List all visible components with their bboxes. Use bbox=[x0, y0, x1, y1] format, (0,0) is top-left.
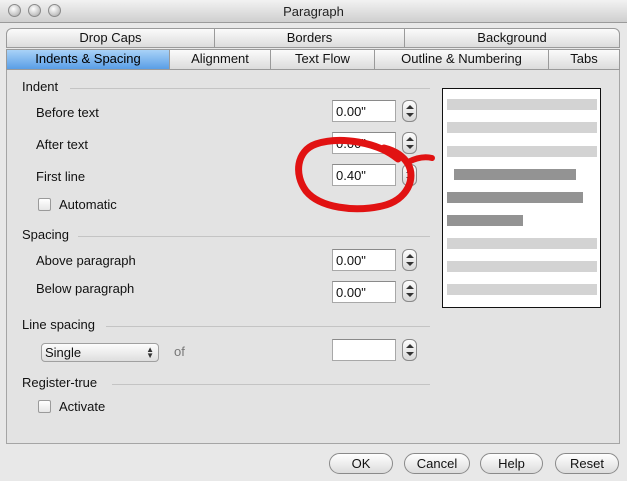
spacing-heading: Spacing bbox=[22, 227, 69, 242]
tab-indents-spacing[interactable]: Indents & Spacing bbox=[7, 50, 170, 69]
below-paragraph-field[interactable]: 0.00" bbox=[332, 281, 396, 303]
tab-tabs[interactable]: Tabs bbox=[549, 50, 619, 69]
preview-line-current bbox=[454, 169, 576, 180]
tab-borders[interactable]: Borders bbox=[215, 29, 405, 47]
preview-line bbox=[447, 122, 597, 133]
automatic-checkbox[interactable] bbox=[38, 198, 51, 211]
tab-background[interactable]: Background bbox=[405, 29, 619, 47]
above-paragraph-field[interactable]: 0.00" bbox=[332, 249, 396, 271]
line-spacing-stepper[interactable] bbox=[402, 339, 417, 361]
activate-label: Activate bbox=[59, 399, 106, 414]
tab-outline-numbering[interactable]: Outline & Numbering bbox=[375, 50, 549, 69]
stepper-up-icon[interactable] bbox=[406, 344, 414, 348]
window-title: Paragraph bbox=[283, 4, 344, 19]
preview-line bbox=[447, 284, 597, 295]
annotation-tail bbox=[405, 154, 435, 165]
ok-button[interactable]: OK bbox=[329, 453, 393, 474]
updown-arrows-icon: ▲ ▼ bbox=[146, 345, 154, 360]
preview-line bbox=[447, 261, 597, 272]
indent-divider bbox=[70, 88, 430, 89]
first-line-label: First line bbox=[36, 169, 86, 184]
line-spacing-divider bbox=[106, 326, 430, 327]
above-paragraph-stepper[interactable] bbox=[402, 249, 417, 271]
stepper-down-icon[interactable] bbox=[406, 262, 414, 266]
tab-drop-caps[interactable]: Drop Caps bbox=[7, 29, 215, 47]
tab-alignment[interactable]: Alignment bbox=[170, 50, 271, 69]
annotation-stroke bbox=[295, 137, 415, 213]
above-paragraph-label: Above paragraph bbox=[36, 253, 136, 268]
cancel-button[interactable]: Cancel bbox=[404, 453, 470, 474]
stepper-down-icon[interactable] bbox=[406, 113, 414, 117]
stepper-up-icon[interactable] bbox=[406, 105, 414, 109]
stepper-up-icon[interactable] bbox=[406, 254, 414, 258]
register-true-divider bbox=[112, 384, 430, 385]
stepper-up-icon[interactable] bbox=[406, 285, 414, 289]
register-true-heading: Register-true bbox=[22, 375, 98, 390]
spacing-divider bbox=[78, 236, 430, 237]
activate-checkbox[interactable] bbox=[38, 400, 51, 413]
line-spacing-select[interactable]: Single ▲ ▼ bbox=[41, 343, 159, 362]
red-annotation-circle bbox=[295, 137, 435, 213]
before-text-label: Before text bbox=[36, 105, 99, 120]
before-text-field[interactable]: 0.00" bbox=[332, 100, 396, 122]
line-spacing-value: Single bbox=[45, 345, 82, 360]
tab-row-top: Drop Caps Borders Background bbox=[6, 28, 620, 48]
preview-line bbox=[447, 146, 597, 157]
reset-button[interactable]: Reset bbox=[555, 453, 619, 474]
after-text-label: After text bbox=[36, 137, 89, 152]
title-bar: Paragraph bbox=[0, 0, 627, 23]
preview-line bbox=[447, 238, 597, 249]
before-text-stepper[interactable] bbox=[402, 100, 417, 122]
tab-text-flow[interactable]: Text Flow bbox=[271, 50, 375, 69]
line-spacing-of-field[interactable] bbox=[332, 339, 396, 361]
automatic-label: Automatic bbox=[59, 197, 117, 212]
stepper-down-icon[interactable] bbox=[406, 293, 414, 297]
paragraph-preview bbox=[442, 88, 601, 308]
below-paragraph-label: Below paragraph bbox=[36, 281, 135, 296]
preview-line-current bbox=[447, 215, 523, 226]
line-spacing-heading: Line spacing bbox=[22, 317, 95, 332]
stepper-down-icon[interactable] bbox=[406, 352, 414, 356]
tab-row-bottom: Indents & Spacing Alignment Text Flow Ou… bbox=[6, 49, 620, 70]
preview-line-current bbox=[447, 192, 583, 203]
preview-line bbox=[447, 99, 597, 110]
help-button[interactable]: Help bbox=[480, 453, 543, 474]
of-label: of bbox=[174, 344, 185, 359]
indent-heading: Indent bbox=[22, 79, 59, 94]
below-paragraph-stepper[interactable] bbox=[402, 280, 417, 302]
